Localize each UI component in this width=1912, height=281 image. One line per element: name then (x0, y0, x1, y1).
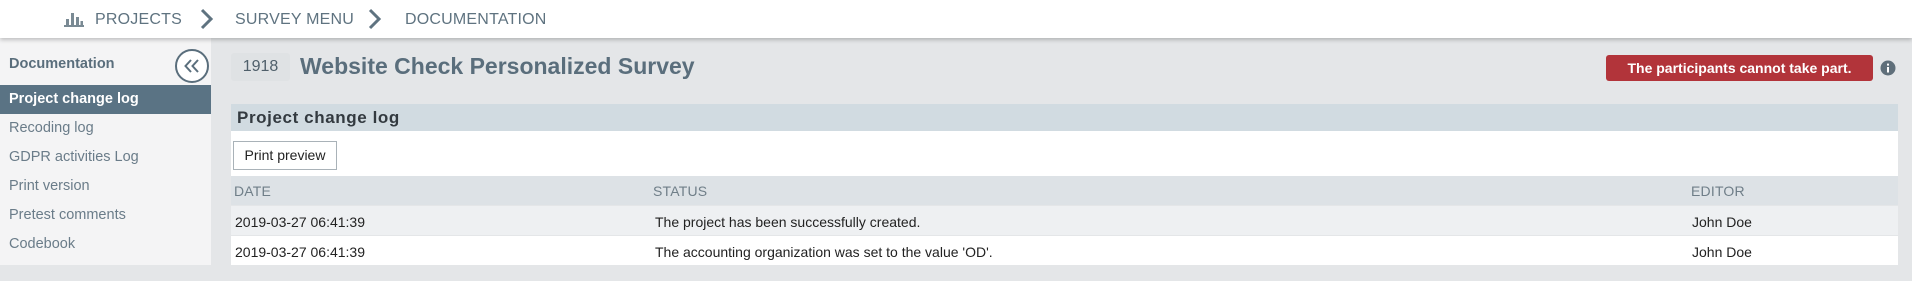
top-navigation-bar: PROJECTS SURVEY MENU DOCUMENTATION (0, 0, 1912, 38)
info-icon[interactable] (1880, 60, 1896, 76)
sidebar-item-project-change-log[interactable]: Project change log (0, 85, 211, 114)
column-header-date[interactable]: DATE (234, 183, 271, 199)
collapse-sidebar-button[interactable] (175, 49, 209, 83)
breadcrumb-projects[interactable]: PROJECTS (95, 11, 182, 29)
sidebar-item-pretest-comments[interactable]: Pretest comments (0, 201, 211, 230)
table-header: DATE STATUS EDITOR (231, 176, 1898, 205)
sidebar-item-codebook[interactable]: Codebook (0, 230, 211, 259)
page-title: Website Check Personalized Survey (300, 53, 695, 79)
cell-status: The project has been successfully create… (655, 214, 921, 230)
breadcrumb-survey-menu[interactable]: SURVEY MENU (235, 11, 354, 29)
bar-chart-icon[interactable] (64, 10, 84, 28)
sidebar-item-print-version[interactable]: Print version (0, 172, 211, 201)
sidebar-item-recoding-log[interactable]: Recoding log (0, 114, 211, 143)
sidebar-item-gdpr-activities-log[interactable]: GDPR activities Log (0, 143, 211, 172)
cell-status: The accounting organization was set to t… (655, 244, 993, 260)
double-chevron-left-icon (184, 59, 199, 73)
table-row: 2019-03-27 06:41:39 The project has been… (231, 206, 1898, 235)
panel-title: Project change log (231, 104, 1898, 131)
chevron-right-icon (199, 8, 215, 30)
sidebar: Documentation Project change log Recodin… (0, 38, 211, 265)
column-header-editor[interactable]: EDITOR (1691, 183, 1745, 199)
status-badge: The participants cannot take part. (1606, 55, 1873, 81)
cell-editor: John Doe (1692, 244, 1752, 260)
chevron-right-icon (367, 8, 383, 30)
print-preview-button[interactable]: Print preview (233, 141, 337, 170)
sidebar-title: Documentation (9, 56, 115, 72)
cell-date: 2019-03-27 06:41:39 (235, 214, 365, 230)
panel-toolbar: Print preview (231, 131, 1898, 176)
table-row: 2019-03-27 06:41:39 The accounting organ… (231, 236, 1898, 265)
breadcrumb-documentation[interactable]: DOCUMENTATION (405, 11, 547, 29)
cell-editor: John Doe (1692, 214, 1752, 230)
column-header-status[interactable]: STATUS (653, 183, 707, 199)
project-id-badge: 1918 (231, 53, 290, 81)
cell-date: 2019-03-27 06:41:39 (235, 244, 365, 260)
